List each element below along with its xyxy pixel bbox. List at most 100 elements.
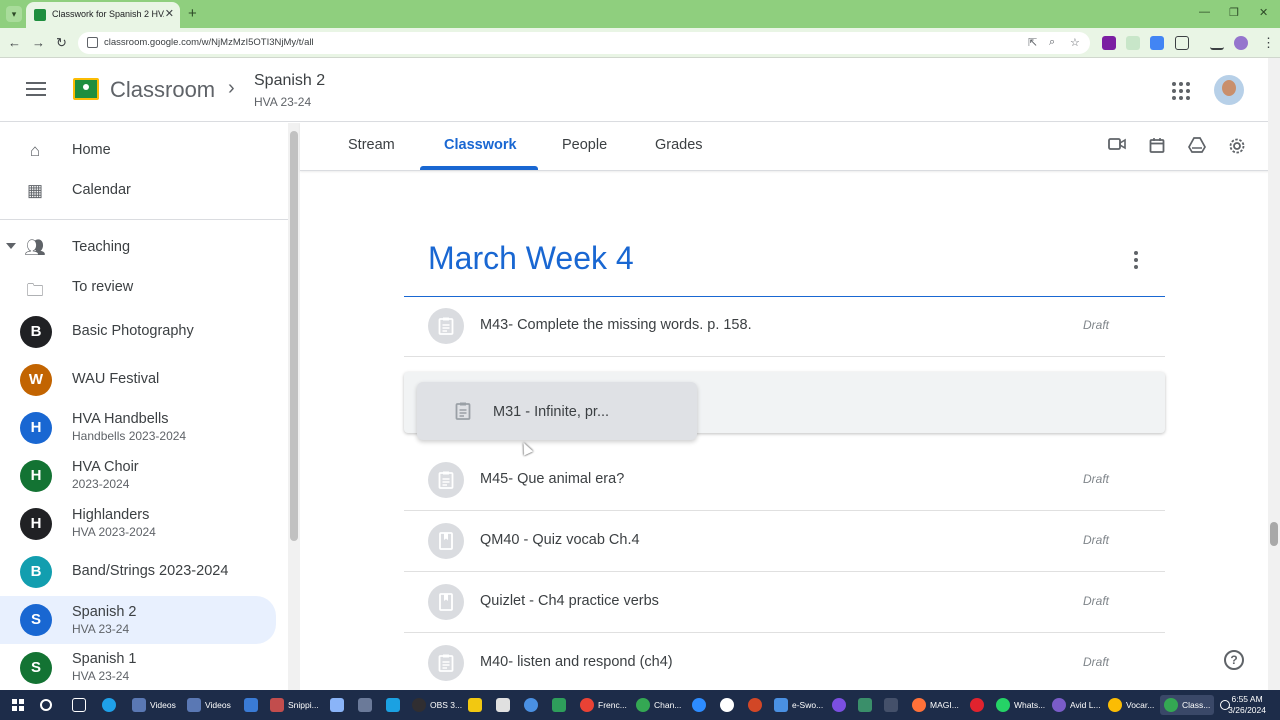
- main-scrollbar[interactable]: [1268, 58, 1280, 690]
- list-item[interactable]: M45- Que animal era? Draft: [404, 450, 1165, 511]
- sidebar-item-spanish-2[interactable]: S Spanish 2 HVA 23-24: [0, 596, 276, 644]
- taskbar-app-label: Avid L...: [1070, 700, 1101, 710]
- taskbar-app[interactable]: Frenc...: [580, 695, 627, 715]
- whatsapp-icon: [996, 698, 1010, 712]
- site-info-icon[interactable]: [87, 37, 98, 48]
- taskbar-app[interactable]: e-Swo...: [774, 695, 823, 715]
- app-icon[interactable]: [884, 695, 902, 715]
- taskbar-app[interactable]: OBS 3...: [412, 695, 462, 715]
- zoom-icon[interactable]: ⌕: [1049, 36, 1055, 49]
- taskbar-app[interactable]: Snippi...: [270, 695, 319, 715]
- windows-start-icon[interactable]: [12, 699, 24, 711]
- forward-icon[interactable]: →: [32, 35, 45, 50]
- pdf-icon[interactable]: [496, 695, 514, 715]
- taskbar-app[interactable]: Videos: [132, 695, 176, 715]
- list-item[interactable]: M43- Complete the missing words. p. 158.…: [404, 296, 1165, 357]
- sidebar-item-highlanders[interactable]: H Highlanders HVA 2023-2024: [0, 504, 276, 544]
- open-in-app-icon[interactable]: ⇱: [1028, 36, 1037, 49]
- drive-icon[interactable]: [1187, 137, 1207, 157]
- taskbar-app[interactable]: Vocar...: [1108, 695, 1154, 715]
- list-item[interactable]: M40- listen and respond (ch4) Draft: [404, 633, 1165, 694]
- sidebar-item-basic-photography[interactable]: B Basic Photography: [0, 312, 276, 352]
- taskbar-clock[interactable]: 6:55 AM 3/26/2024: [1228, 694, 1266, 716]
- edge-icon[interactable]: [102, 695, 120, 715]
- brand-name[interactable]: Classroom: [110, 77, 215, 103]
- sidebar-item-label: Spanish 1: [72, 651, 137, 667]
- course-title[interactable]: Spanish 2: [254, 72, 325, 90]
- sidebar-item-hva-choir[interactable]: H HVA Choir 2023-2024: [0, 456, 276, 496]
- collapse-caret-icon[interactable]: [6, 243, 16, 249]
- store-icon[interactable]: [244, 695, 262, 715]
- app-icon[interactable]: [386, 695, 404, 715]
- app-icon[interactable]: [832, 695, 850, 715]
- extension-icon[interactable]: [1150, 36, 1164, 50]
- taskbar-app[interactable]: MAGI...: [912, 695, 959, 715]
- chrome-menu-icon[interactable]: ⋮: [1262, 35, 1275, 51]
- search-icon[interactable]: [40, 695, 56, 715]
- taskbar-app[interactable]: Chan...: [636, 695, 681, 715]
- profile-icon[interactable]: [1234, 36, 1248, 50]
- back-icon[interactable]: ←: [8, 35, 21, 50]
- taskbar-app[interactable]: Videos: [187, 695, 231, 715]
- taskbar-app[interactable]: Class...: [1160, 695, 1215, 715]
- more-options-icon[interactable]: [1131, 251, 1141, 271]
- tab-classwork[interactable]: Classwork: [444, 137, 517, 153]
- maps-icon[interactable]: [720, 695, 738, 715]
- main-menu-icon[interactable]: [26, 82, 46, 96]
- tab-search-button[interactable]: ▾: [6, 6, 22, 22]
- snipping-tool-icon: [270, 698, 284, 712]
- powerpoint-icon[interactable]: [748, 695, 766, 715]
- sidebar-item-wau-festival[interactable]: W WAU Festival: [0, 360, 276, 400]
- bookmark-star-icon[interactable]: ☆: [1070, 36, 1080, 49]
- tab-grades[interactable]: Grades: [655, 137, 703, 153]
- extension-icon[interactable]: [1126, 36, 1140, 50]
- taskbar-app-label: Chan...: [654, 700, 682, 710]
- zoom-app-icon[interactable]: [692, 695, 710, 715]
- calendar-icon[interactable]: [1147, 137, 1167, 157]
- classroom-logo-icon[interactable]: [73, 78, 99, 100]
- minimize-icon[interactable]: —: [1199, 6, 1210, 18]
- close-window-icon[interactable]: ✕: [1259, 6, 1268, 19]
- sidebar-item-calendar[interactable]: ▦ Calendar: [0, 171, 276, 211]
- reload-icon[interactable]: ↻: [56, 35, 67, 51]
- meet-video-icon[interactable]: [1107, 137, 1127, 157]
- extensions-puzzle-icon[interactable]: [1175, 36, 1189, 50]
- calculator-icon[interactable]: [358, 695, 376, 715]
- help-icon[interactable]: ?: [1224, 650, 1244, 670]
- sidebar-item-hva-handbells[interactable]: H HVA Handbells Handbells 2023-2024: [0, 408, 276, 448]
- tab-stream[interactable]: Stream: [348, 137, 395, 153]
- taskbar-app[interactable]: Avid L...: [1052, 695, 1101, 715]
- app-icon[interactable]: [858, 695, 876, 715]
- app-icon[interactable]: [524, 695, 542, 715]
- sidebar-item-band-strings[interactable]: B Band/Strings 2023-2024: [0, 552, 276, 592]
- sidebar-item-teaching[interactable]: 👥︎ Teaching: [0, 228, 276, 268]
- scrollbar-thumb[interactable]: [1270, 522, 1278, 546]
- settings-gear-icon[interactable]: [1227, 137, 1247, 157]
- restore-icon[interactable]: ❐: [1229, 6, 1239, 19]
- browser-tab[interactable]: Classwork for Spanish 2 HVA 23-24 ✕: [26, 2, 180, 28]
- list-item[interactable]: Quizlet - Ch4 practice verbs Draft: [404, 572, 1165, 633]
- sidebar-item-home[interactable]: ⌂ Home: [0, 131, 276, 171]
- extension-icon[interactable]: [1102, 36, 1116, 50]
- tab-people[interactable]: People: [562, 137, 607, 153]
- close-tab-icon[interactable]: ✕: [165, 7, 174, 20]
- app-icon[interactable]: [468, 695, 486, 715]
- topic-title[interactable]: March Week 4: [428, 240, 634, 277]
- reading-list-icon[interactable]: [1210, 36, 1224, 50]
- task-view-icon[interactable]: [72, 695, 90, 715]
- scrollbar-thumb[interactable]: [290, 131, 298, 541]
- assignment-icon: [428, 308, 464, 344]
- omnibox[interactable]: classroom.google.com/w/NjMzMzI5OTI3NjMy/…: [78, 32, 1090, 54]
- new-tab-button[interactable]: +: [188, 5, 197, 22]
- sidebar-item-spanish-1[interactable]: S Spanish 1 HVA 23-24: [0, 648, 276, 688]
- app-icon[interactable]: [330, 695, 348, 715]
- app-icon[interactable]: [552, 695, 570, 715]
- dragging-item[interactable]: M31 - Infinite, pr...: [417, 382, 697, 440]
- sidebar-item-to-review[interactable]: 🗀 To review: [0, 268, 276, 308]
- avatar[interactable]: [1214, 75, 1244, 105]
- google-apps-icon[interactable]: [1172, 82, 1190, 100]
- list-item[interactable]: QM40 - Quiz vocab Ch.4 Draft: [404, 511, 1165, 572]
- sidebar-scrollbar[interactable]: [288, 123, 300, 690]
- opera-icon[interactable]: [970, 695, 988, 715]
- taskbar-app[interactable]: Whats...: [996, 695, 1045, 715]
